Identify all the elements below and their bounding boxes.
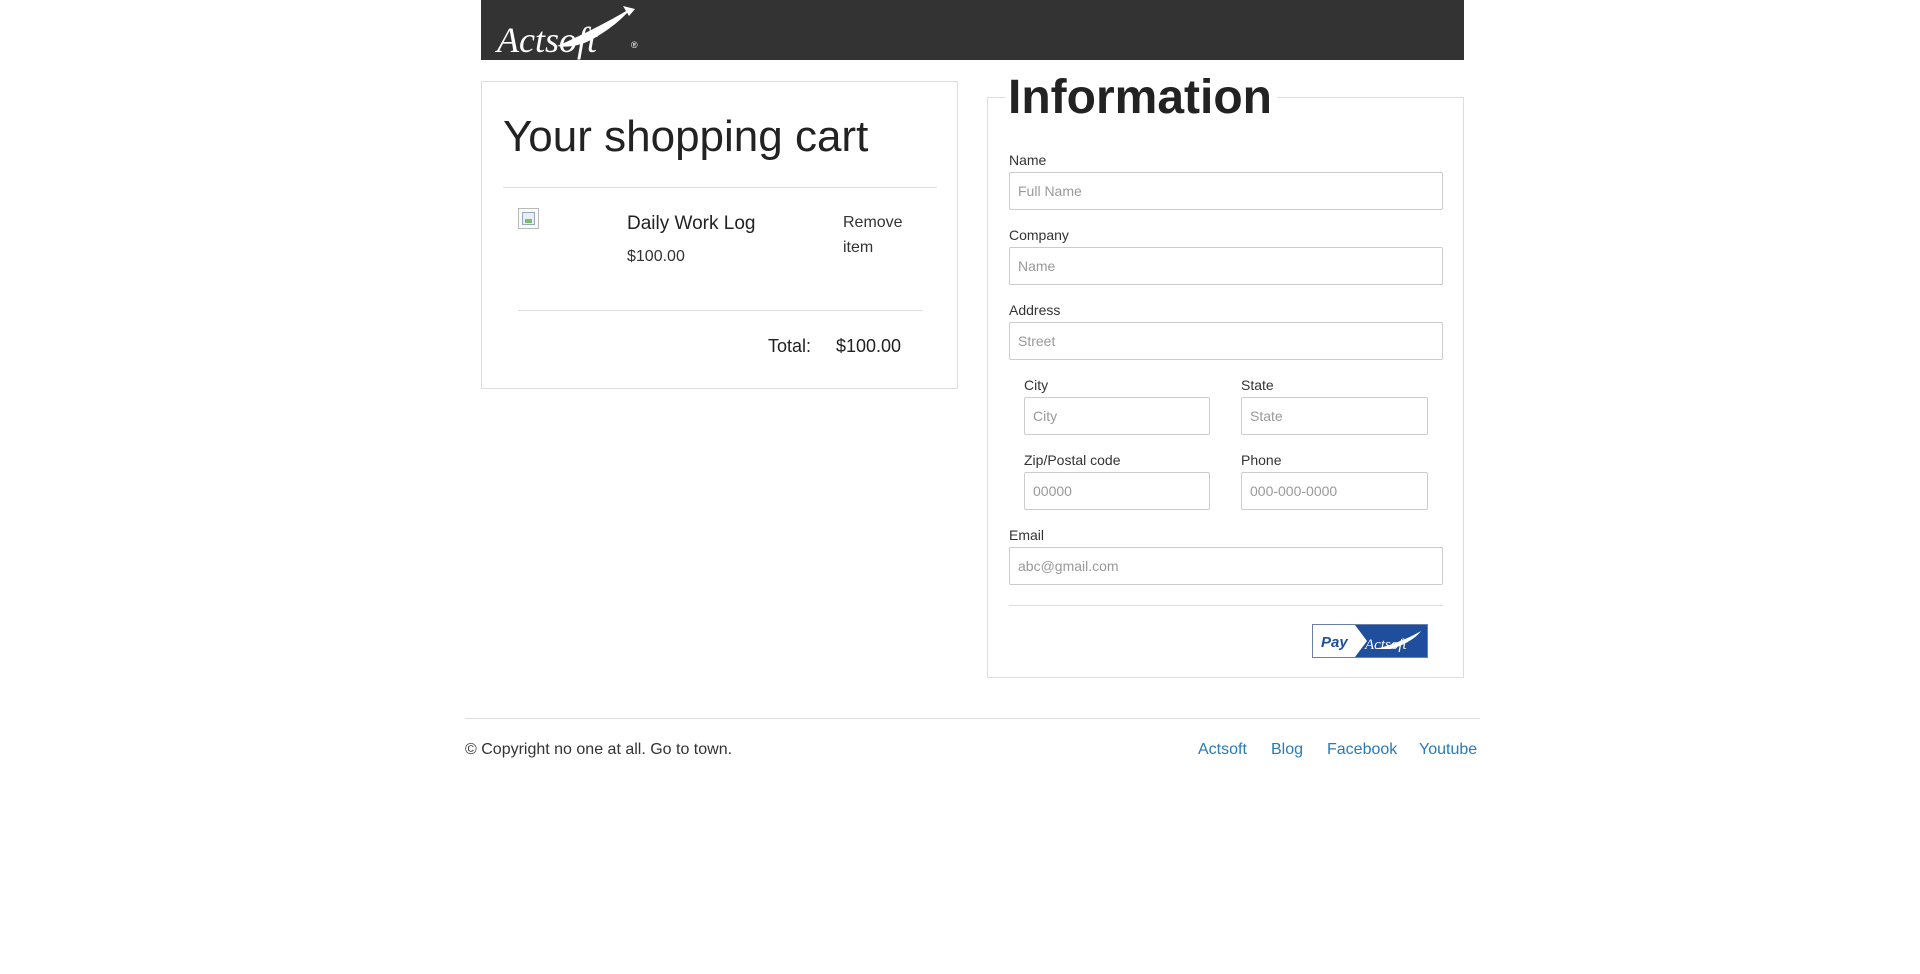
footer-divider <box>465 718 1480 719</box>
state-label: State <box>1241 377 1274 393</box>
cart-item-price: $100.00 <box>627 248 685 265</box>
total-value: $100.00 <box>836 336 902 356</box>
footer-link-blog[interactable]: Blog <box>1271 741 1303 759</box>
broken-image-icon <box>518 208 539 229</box>
email-field[interactable] <box>1009 547 1443 585</box>
email-label: Email <box>1009 527 1045 543</box>
zip-label: Zip/Postal code <box>1024 452 1121 468</box>
site-header: Actsoft ® <box>481 0 1464 60</box>
pay-with-actsoft-button[interactable]: Pay Actsoft <box>1312 624 1428 658</box>
city-label: City <box>1024 377 1049 393</box>
cart-title: Your shopping cart <box>503 112 869 161</box>
address-field[interactable] <box>1009 322 1443 360</box>
divider <box>503 187 937 188</box>
pay-text: Pay <box>1321 634 1348 651</box>
total-label: Total: <box>768 336 812 356</box>
footer-link-facebook[interactable]: Facebook <box>1327 741 1397 759</box>
phone-label: Phone <box>1241 452 1282 468</box>
phone-field[interactable] <box>1241 472 1428 510</box>
divider <box>518 310 923 311</box>
actsoft-logo[interactable]: Actsoft ® <box>495 4 645 60</box>
shopping-cart-panel: Your shopping cart Daily Work Log $100.0… <box>481 81 958 389</box>
footer-link-youtube[interactable]: Youtube <box>1419 741 1477 759</box>
state-field[interactable] <box>1241 397 1428 435</box>
svg-text:®: ® <box>631 40 638 50</box>
divider <box>1009 605 1443 606</box>
name-field[interactable] <box>1009 172 1443 210</box>
zip-field[interactable] <box>1024 472 1210 510</box>
footer-link-actsoft[interactable]: Actsoft <box>1198 741 1247 759</box>
information-title: Information <box>1005 70 1277 125</box>
cart-item-name: Daily Work Log <box>627 213 756 234</box>
company-label: Company <box>1009 227 1069 243</box>
copyright-text: © Copyright no one at all. Go to town. <box>465 741 733 758</box>
pay-brand-text: Actsoft <box>1364 637 1407 653</box>
company-field[interactable] <box>1009 247 1443 285</box>
logo-text: Actsoft <box>495 20 598 60</box>
city-field[interactable] <box>1024 397 1210 435</box>
address-label: Address <box>1009 302 1061 318</box>
name-label: Name <box>1009 152 1047 168</box>
remove-item-button[interactable]: Remove item <box>843 210 923 260</box>
